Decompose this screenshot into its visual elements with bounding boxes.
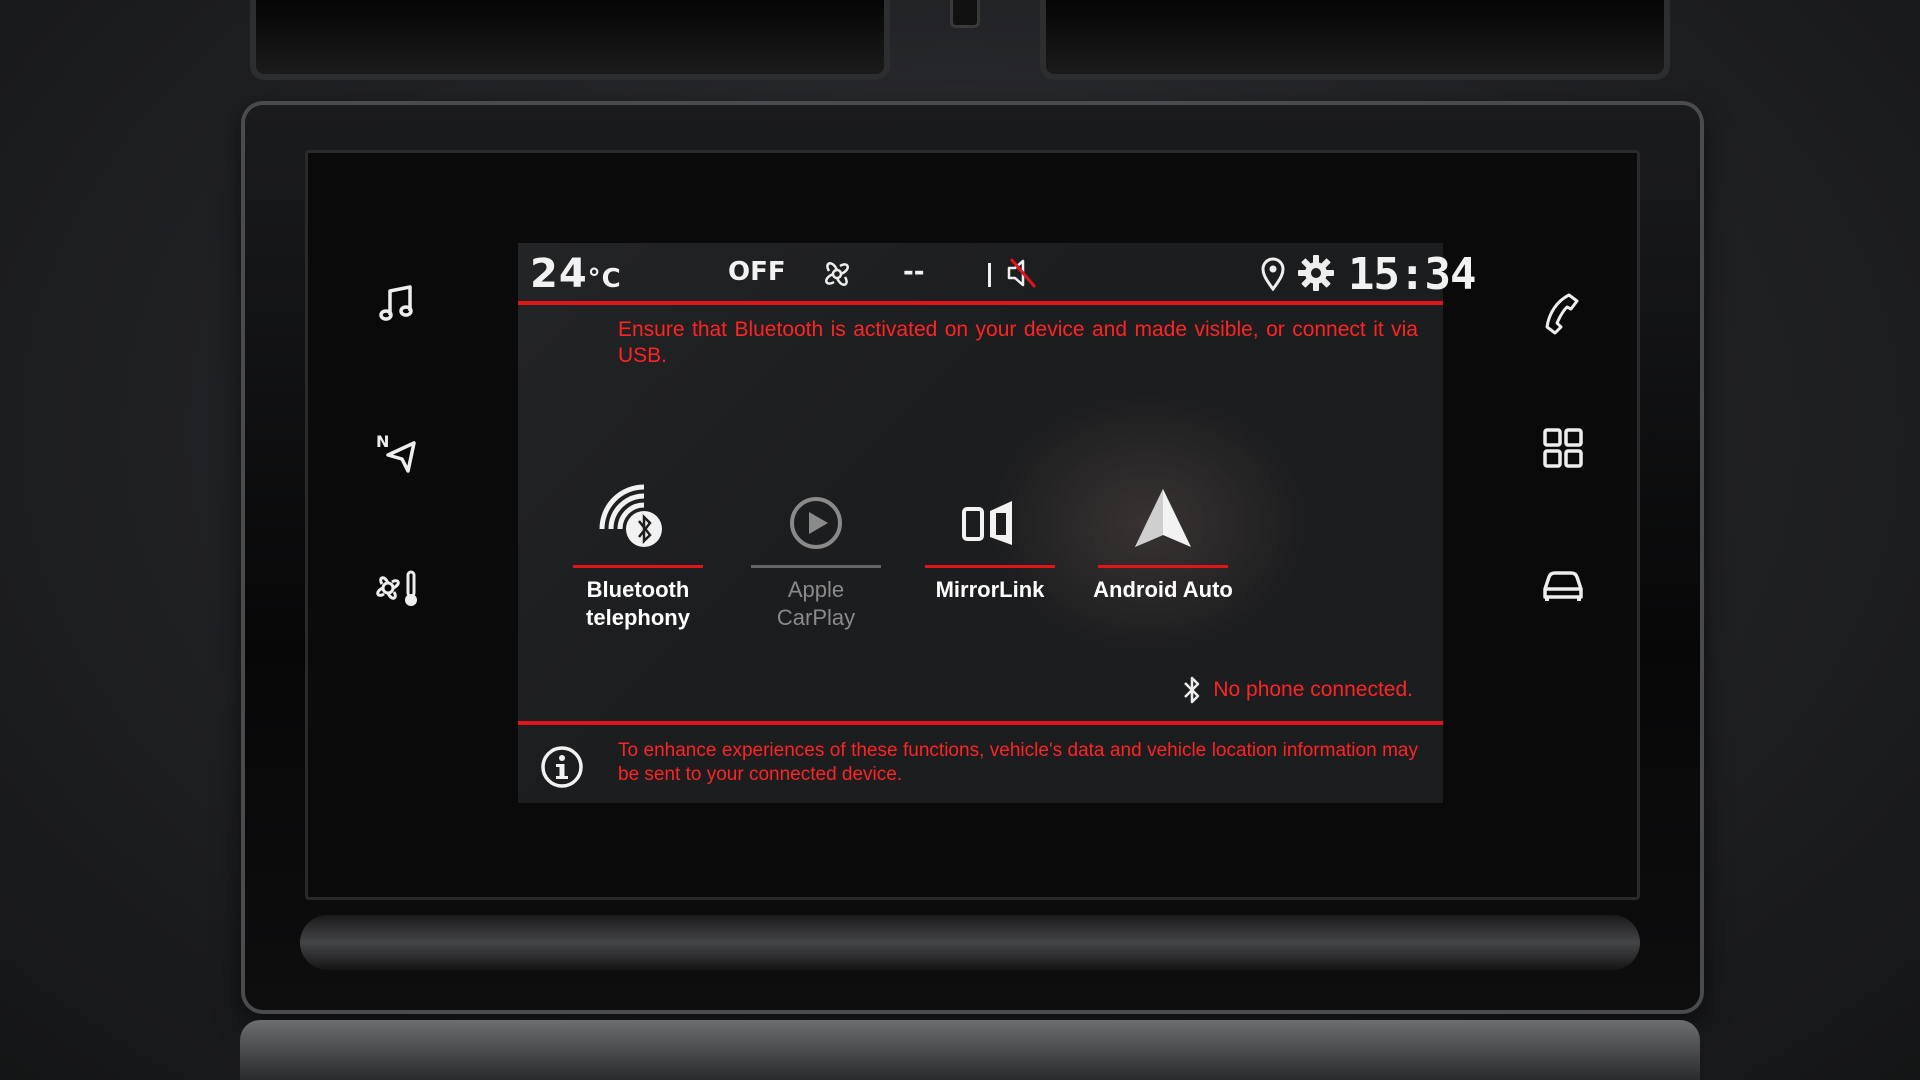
tile-underline xyxy=(1098,565,1228,568)
location-pin-icon xyxy=(1261,257,1285,291)
svg-text:N: N xyxy=(376,432,389,451)
apps-grid-icon xyxy=(1543,428,1583,468)
air-vent-left xyxy=(250,0,890,80)
navigation-icon: N xyxy=(376,432,416,473)
bluetooth-telephony-tile[interactable]: Bluetooth telephony xyxy=(568,483,708,632)
vent-knob xyxy=(950,0,980,28)
connection-status: No phone connected. xyxy=(1181,675,1413,705)
climate-icon xyxy=(376,570,417,606)
connectivity-screen: 24°C OFF -- 15:34 Ensure that Bluetooth … xyxy=(518,243,1476,803)
car-icon xyxy=(1543,571,1583,601)
bluetooth-telephony-icon xyxy=(599,484,662,547)
mirrorlink-icon xyxy=(962,501,1012,545)
air-vent-right xyxy=(1040,0,1670,80)
bluetooth-icon xyxy=(1184,676,1200,704)
temperature-unit: °C xyxy=(587,264,622,294)
apple-carplay-tile[interactable]: Apple CarPlay xyxy=(746,483,886,632)
navigation-button[interactable]: N xyxy=(368,423,428,483)
mute-icon[interactable] xyxy=(1003,255,1039,291)
play-circle-icon xyxy=(790,497,842,549)
status-divider xyxy=(518,301,1443,305)
temperature-value: 24 xyxy=(530,251,588,297)
vehicle-button[interactable] xyxy=(1533,553,1593,613)
tile-label: MirrorLink xyxy=(935,577,1045,602)
bluetooth-instruction: Ensure that Bluetooth is activated on yo… xyxy=(618,318,1418,367)
climate-button[interactable] xyxy=(368,558,428,618)
info-divider xyxy=(518,721,1443,725)
dashboard-trim xyxy=(300,915,1640,970)
ac-state[interactable]: OFF xyxy=(728,257,786,287)
fan-level[interactable]: -- xyxy=(903,257,925,287)
android-auto-tile[interactable]: Android Auto xyxy=(1093,483,1233,604)
connection-app-list: Bluetooth telephony Apple CarPlay Mirror… xyxy=(518,483,1443,633)
tile-label: Apple CarPlay xyxy=(776,577,856,630)
gear-icon[interactable] xyxy=(1296,253,1336,293)
tile-label: Bluetooth telephony xyxy=(586,577,690,630)
dashboard-lower-panel xyxy=(240,1020,1700,1080)
tile-label: Android Auto xyxy=(1093,577,1233,602)
phone-icon xyxy=(1545,293,1579,335)
apps-button[interactable] xyxy=(1533,418,1593,478)
fan-icon[interactable] xyxy=(818,255,856,293)
infotainment-display: N 24°C OFF -- 15:34 Ensure that Bluetoot… xyxy=(305,150,1640,900)
tile-underline xyxy=(751,565,881,568)
music-button[interactable] xyxy=(368,273,428,333)
tile-underline xyxy=(925,565,1055,568)
info-icon[interactable] xyxy=(540,745,584,789)
cabin-temperature[interactable]: 24°C xyxy=(530,251,622,297)
connection-status-text: No phone connected. xyxy=(1213,678,1413,701)
clock: 15:34 xyxy=(1348,249,1476,300)
volume-bar xyxy=(988,263,991,287)
data-sharing-info: To enhance experiences of these function… xyxy=(618,740,1418,785)
phone-button[interactable] xyxy=(1533,283,1593,343)
mirrorlink-tile[interactable]: MirrorLink xyxy=(920,483,1060,604)
music-note-icon xyxy=(379,285,413,321)
tile-underline xyxy=(573,565,703,568)
status-bar: 24°C OFF -- 15:34 xyxy=(518,243,1476,305)
android-auto-icon xyxy=(1135,489,1191,547)
